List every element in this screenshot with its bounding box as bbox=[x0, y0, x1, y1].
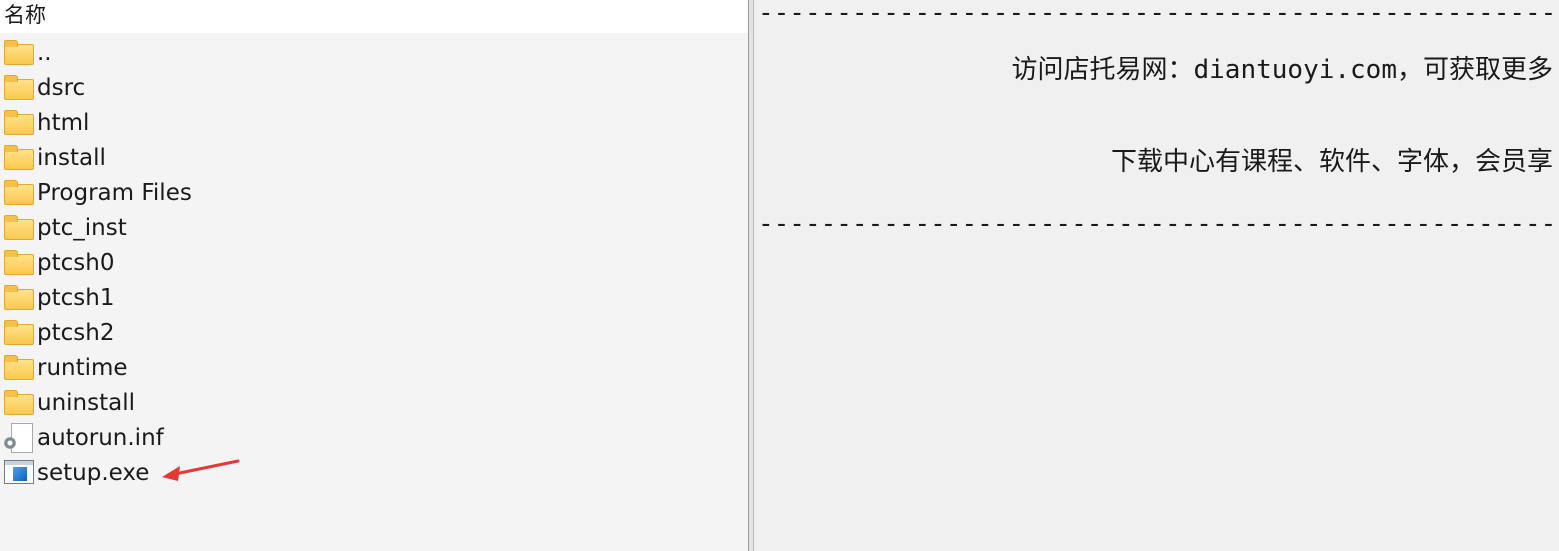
list-item-ptcsh1[interactable]: ptcsh1 bbox=[0, 280, 748, 315]
list-item-ptcsh0[interactable]: ptcsh0 bbox=[0, 245, 748, 280]
application-icon bbox=[4, 460, 34, 484]
folder-icon bbox=[4, 355, 34, 380]
list-item-ptc-inst[interactable]: ptc_inst bbox=[0, 210, 748, 245]
file-name: html bbox=[37, 110, 90, 136]
folder-icon bbox=[4, 110, 34, 135]
file-name: Program Files bbox=[37, 180, 192, 206]
file-name: .. bbox=[37, 40, 52, 66]
file-name: setup.exe bbox=[37, 460, 150, 486]
list-item-program-files[interactable]: Program Files bbox=[0, 175, 748, 210]
file-viewer-window: 名称 ⌃ .. dsrc html install Program Files … bbox=[0, 0, 1559, 551]
preview-pane: ----------------------------------------… bbox=[754, 0, 1559, 551]
list-item-install[interactable]: install bbox=[0, 140, 748, 175]
list-item-dsrc[interactable]: dsrc bbox=[0, 70, 748, 105]
red-arrow-icon bbox=[162, 459, 240, 481]
folder-icon bbox=[4, 320, 34, 345]
list-item-runtime[interactable]: runtime bbox=[0, 350, 748, 385]
file-name: runtime bbox=[37, 355, 128, 381]
file-name: dsrc bbox=[37, 75, 86, 101]
folder-icon bbox=[4, 75, 34, 100]
folder-icon bbox=[4, 180, 34, 205]
list-item-uninstall[interactable]: uninstall bbox=[0, 385, 748, 420]
separator-line-top: ----------------------------------------… bbox=[758, 0, 1558, 28]
folder-icon bbox=[4, 40, 34, 65]
file-name: autorun.inf bbox=[37, 425, 164, 451]
list-item-setup-exe[interactable]: setup.exe bbox=[0, 455, 748, 490]
folder-icon bbox=[4, 145, 34, 170]
preview-text-line-1: 访问店托易网：diantuoyi.com，可获取更多 bbox=[1011, 55, 1554, 85]
folder-icon bbox=[4, 215, 34, 240]
file-list-pane: 名称 ⌃ .. dsrc html install Program Files … bbox=[0, 0, 748, 551]
list-item-ptcsh2[interactable]: ptcsh2 bbox=[0, 315, 748, 350]
list-item-html[interactable]: html bbox=[0, 105, 748, 140]
list-item-parent-folder[interactable]: .. bbox=[0, 35, 748, 70]
file-name: install bbox=[37, 145, 106, 171]
settings-file-icon bbox=[4, 423, 34, 453]
separator-line-bottom: ----------------------------------------… bbox=[758, 209, 1558, 239]
preview-text-line-2: 下载中心有课程、软件、字体，会员享 bbox=[1110, 147, 1553, 177]
folder-icon bbox=[4, 285, 34, 310]
file-name: ptc_inst bbox=[37, 215, 127, 241]
folder-icon bbox=[4, 390, 34, 415]
column-header-bar[interactable]: 名称 ⌃ bbox=[0, 0, 748, 33]
file-name: ptcsh0 bbox=[37, 250, 115, 276]
file-list: .. dsrc html install Program Files ptc_i… bbox=[0, 35, 748, 490]
folder-icon bbox=[4, 250, 34, 275]
file-name: ptcsh1 bbox=[37, 285, 115, 311]
list-item-autorun-inf[interactable]: autorun.inf bbox=[0, 420, 748, 455]
sort-indicator-icon: ⌃ bbox=[521, 0, 533, 10]
file-name: uninstall bbox=[37, 390, 135, 416]
file-name: ptcsh2 bbox=[37, 320, 115, 346]
column-header-name[interactable]: 名称 bbox=[4, 2, 46, 28]
